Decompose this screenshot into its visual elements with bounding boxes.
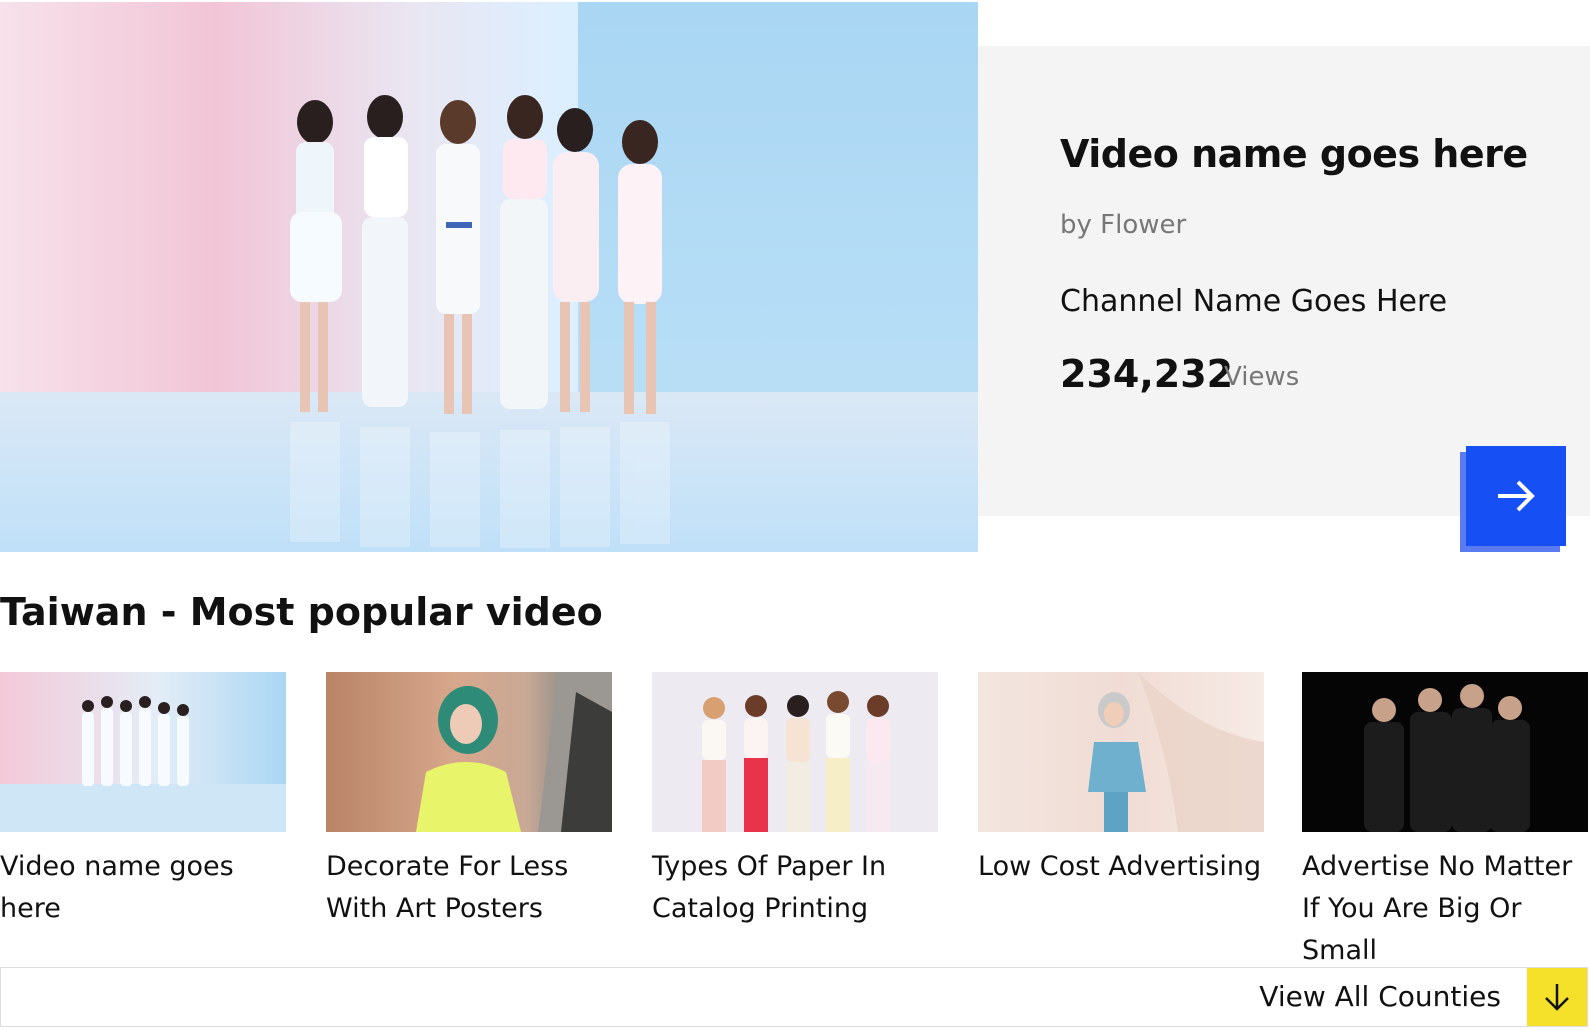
featured-next-button[interactable] xyxy=(1466,446,1566,546)
arrow-right-icon xyxy=(1498,480,1535,512)
featured-artist-byline: by Flower xyxy=(1060,210,1187,240)
video-title[interactable]: Types Of Paper In Catalog Printing xyxy=(652,846,938,930)
video-card[interactable]: Advertise No Matter If You Are Big Or Sm… xyxy=(1302,672,1588,972)
video-thumbnail[interactable] xyxy=(652,672,938,832)
section-title: Taiwan - Most popular video xyxy=(0,590,603,634)
video-title[interactable]: Advertise No Matter If You Are Big Or Sm… xyxy=(1302,846,1588,972)
video-card[interactable]: Decorate For Less With Art Posters xyxy=(326,672,612,930)
video-thumbnail[interactable] xyxy=(1302,672,1588,832)
video-title[interactable]: Low Cost Advertising xyxy=(978,846,1264,888)
view-all-label[interactable]: View All Counties xyxy=(1259,980,1501,1013)
portrait-illustration xyxy=(416,672,612,832)
video-thumbnail[interactable] xyxy=(978,672,1264,832)
video-card[interactable]: Types Of Paper In Catalog Printing xyxy=(652,672,938,930)
group-photo-illustration xyxy=(1364,684,1530,832)
video-thumbnail[interactable] xyxy=(326,672,612,832)
video-card[interactable]: Low Cost Advertising xyxy=(978,672,1264,888)
group-photo-illustration xyxy=(702,691,890,832)
featured-views-label: Views xyxy=(1224,362,1300,392)
video-thumbnail[interactable] xyxy=(0,672,286,832)
portrait-illustration xyxy=(1088,672,1264,832)
group-photo-illustration xyxy=(0,696,286,832)
group-photo-illustration xyxy=(290,95,670,548)
arrow-down-icon xyxy=(1545,984,1569,1011)
featured-channel-name[interactable]: Channel Name Goes Here xyxy=(1060,284,1447,319)
video-card[interactable]: Video name goes here xyxy=(0,672,286,930)
video-title[interactable]: Decorate For Less With Art Posters xyxy=(326,846,612,930)
video-title[interactable]: Video name goes here xyxy=(0,846,286,930)
featured-view-count: 234,232 xyxy=(1060,352,1234,396)
featured-video-thumbnail[interactable] xyxy=(0,2,978,552)
view-all-button[interactable] xyxy=(1527,968,1587,1026)
featured-video-title[interactable]: Video name goes here xyxy=(1060,132,1528,176)
view-all-bar[interactable]: View All Counties xyxy=(0,967,1588,1027)
